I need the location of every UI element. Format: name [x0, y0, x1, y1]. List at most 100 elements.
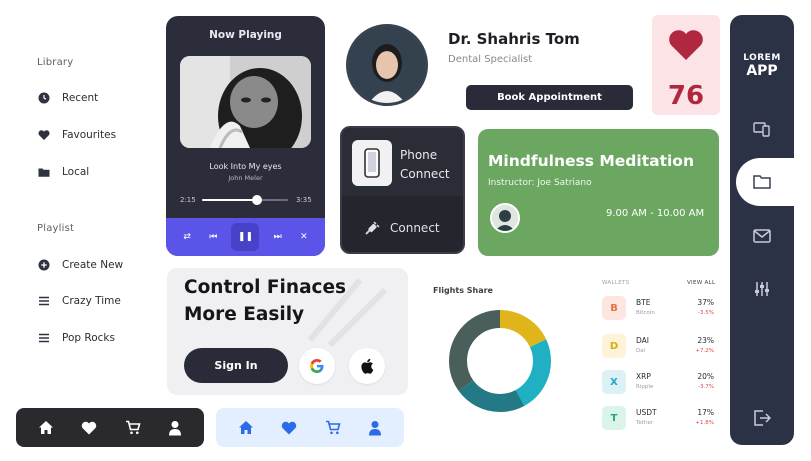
home-icon[interactable]	[38, 420, 54, 435]
playlist-item-label: Pop Rocks	[62, 332, 115, 344]
wallet-change: +1.8%	[695, 420, 714, 426]
home-icon[interactable]	[238, 420, 254, 435]
wallet-name: Dai	[636, 348, 646, 354]
wallet-row[interactable]: D DAI Dai 23% +7.2%	[602, 334, 716, 362]
instructor-avatar	[490, 203, 520, 233]
song-title: Look Into My eyes	[209, 162, 282, 171]
progress-knob[interactable]	[252, 195, 263, 205]
shuffle-icon[interactable]: ✕	[296, 232, 312, 242]
meditation-card[interactable]	[478, 129, 719, 256]
devices-icon[interactable]	[753, 121, 771, 137]
folder-icon	[38, 166, 50, 178]
wallet-name: Ripple	[636, 384, 654, 390]
mail-icon[interactable]	[753, 229, 771, 243]
connect-label: Connect	[390, 221, 440, 235]
wallet-percent: 37%	[697, 298, 714, 307]
wallet-symbol: XRP	[636, 372, 651, 381]
google-icon	[309, 358, 325, 374]
user-icon[interactable]	[168, 420, 182, 436]
clock-icon	[38, 92, 50, 104]
view-all-link[interactable]: VIEW ALL	[687, 280, 715, 286]
bottom-nav-dark	[16, 408, 204, 447]
phone-icon	[352, 140, 392, 186]
wallet-row[interactable]: B BTE Bitcoin 37% -3.5%	[602, 296, 716, 324]
wallet-symbol: BTE	[636, 298, 651, 307]
app-title-line1: LOREM	[743, 53, 781, 63]
wallet-percent: 23%	[697, 336, 714, 345]
player-controls: ⇄ ⏮ ❚❚ ⏭ ✕	[166, 218, 325, 256]
apple-icon	[360, 358, 374, 374]
bottom-nav-light	[216, 408, 404, 447]
progress-bar[interactable]	[202, 199, 288, 201]
usdt-coin-icon: T	[602, 406, 626, 430]
menu-icon	[38, 332, 50, 344]
google-signin-button[interactable]	[299, 348, 335, 384]
playlist-item-label: Crazy Time	[62, 295, 121, 307]
album-art-image	[180, 56, 311, 148]
dai-coin-icon: D	[602, 334, 626, 358]
wallet-symbol: DAI	[636, 336, 649, 345]
chart-title: Flights Share	[433, 286, 493, 295]
wallet-name: Bitcoin	[636, 310, 655, 316]
heart-icon[interactable]	[81, 421, 97, 435]
duration-time: 3:35	[296, 196, 312, 204]
wallet-percent: 20%	[697, 372, 714, 381]
cart-icon[interactable]	[125, 420, 141, 435]
sidebar-item-local[interactable]: Local	[38, 166, 89, 178]
pause-button[interactable]: ❚❚	[231, 223, 260, 251]
playlist-item-label: Create New	[62, 259, 124, 271]
wallet-name: Tether	[636, 420, 654, 426]
user-icon[interactable]	[368, 420, 382, 436]
app-sidebar-selected-tab[interactable]	[736, 158, 811, 206]
heart-rate-value: 76	[667, 81, 705, 111]
wallet-row[interactable]: X XRP Ripple 20% -3.7%	[602, 370, 716, 398]
sidebar-item-favourites[interactable]: Favourites	[38, 129, 116, 141]
phone-connect-label: Phone Connect	[400, 148, 450, 181]
sidebar-item-label: Local	[62, 166, 90, 178]
artist-name: John Meler	[228, 174, 263, 182]
playlist-heading: Playlist	[37, 223, 75, 234]
playlist-item-create-new[interactable]: Create New	[38, 259, 123, 271]
library-heading: Library	[37, 57, 74, 68]
playlist-item-crazy-time[interactable]: Crazy Time	[38, 295, 121, 307]
cart-icon[interactable]	[325, 420, 341, 435]
xrp-coin-icon: X	[602, 370, 626, 394]
book-appointment-button[interactable]: Book Appointment	[466, 85, 633, 110]
playlist-item-pop-rocks[interactable]: Pop Rocks	[38, 332, 115, 344]
phone-connect-card[interactable]: Phone Connect Connect	[340, 126, 465, 254]
wallet-change: +7.2%	[695, 348, 714, 354]
bte-coin-icon: B	[602, 296, 626, 320]
sliders-icon[interactable]	[753, 281, 771, 297]
elapsed-time: 2:15	[180, 196, 196, 204]
doctor-role: Dental Specialist	[448, 54, 533, 65]
sidebar-item-label: Recent	[62, 92, 99, 104]
pause-icon: ❚❚	[237, 232, 254, 242]
plus-circle-icon	[38, 259, 50, 271]
next-icon[interactable]: ⏭	[270, 232, 286, 242]
wallet-percent: 17%	[697, 408, 714, 417]
apple-signin-button[interactable]	[349, 348, 385, 384]
meditation-time: 9.00 AM - 10.00 AM	[606, 208, 705, 219]
logout-icon[interactable]	[753, 410, 771, 426]
app-title-line2: APP	[746, 63, 778, 79]
heart-rate-card: 76	[652, 15, 720, 115]
meditation-instructor: Instructor: Joe Satriano	[488, 178, 592, 188]
repeat-icon[interactable]: ⇄	[179, 232, 195, 242]
previous-icon[interactable]: ⏮	[205, 232, 221, 242]
sign-in-button[interactable]: Sign In	[184, 348, 288, 383]
heart-icon	[668, 29, 704, 61]
now-playing-title: Now Playing	[209, 29, 282, 41]
doctor-name: Dr. Shahris Tom	[448, 30, 580, 48]
progress-fill	[202, 199, 258, 201]
finance-title: Control Finaces More Easily	[184, 277, 347, 325]
wallet-symbol: USDT	[636, 408, 657, 417]
meditation-title: Mindfulness Meditation	[488, 152, 694, 170]
wallet-change: -3.5%	[698, 310, 714, 316]
music-player-card: Now Playing Look Into My eyes John Meler…	[166, 16, 325, 256]
menu-icon	[38, 295, 50, 307]
heart-icon[interactable]	[281, 421, 297, 435]
wallet-row[interactable]: T USDT Tether 17% +1.8%	[602, 406, 716, 434]
folder-icon	[753, 174, 771, 189]
sidebar-item-recent[interactable]: Recent	[38, 92, 98, 104]
plug-icon	[362, 220, 380, 238]
